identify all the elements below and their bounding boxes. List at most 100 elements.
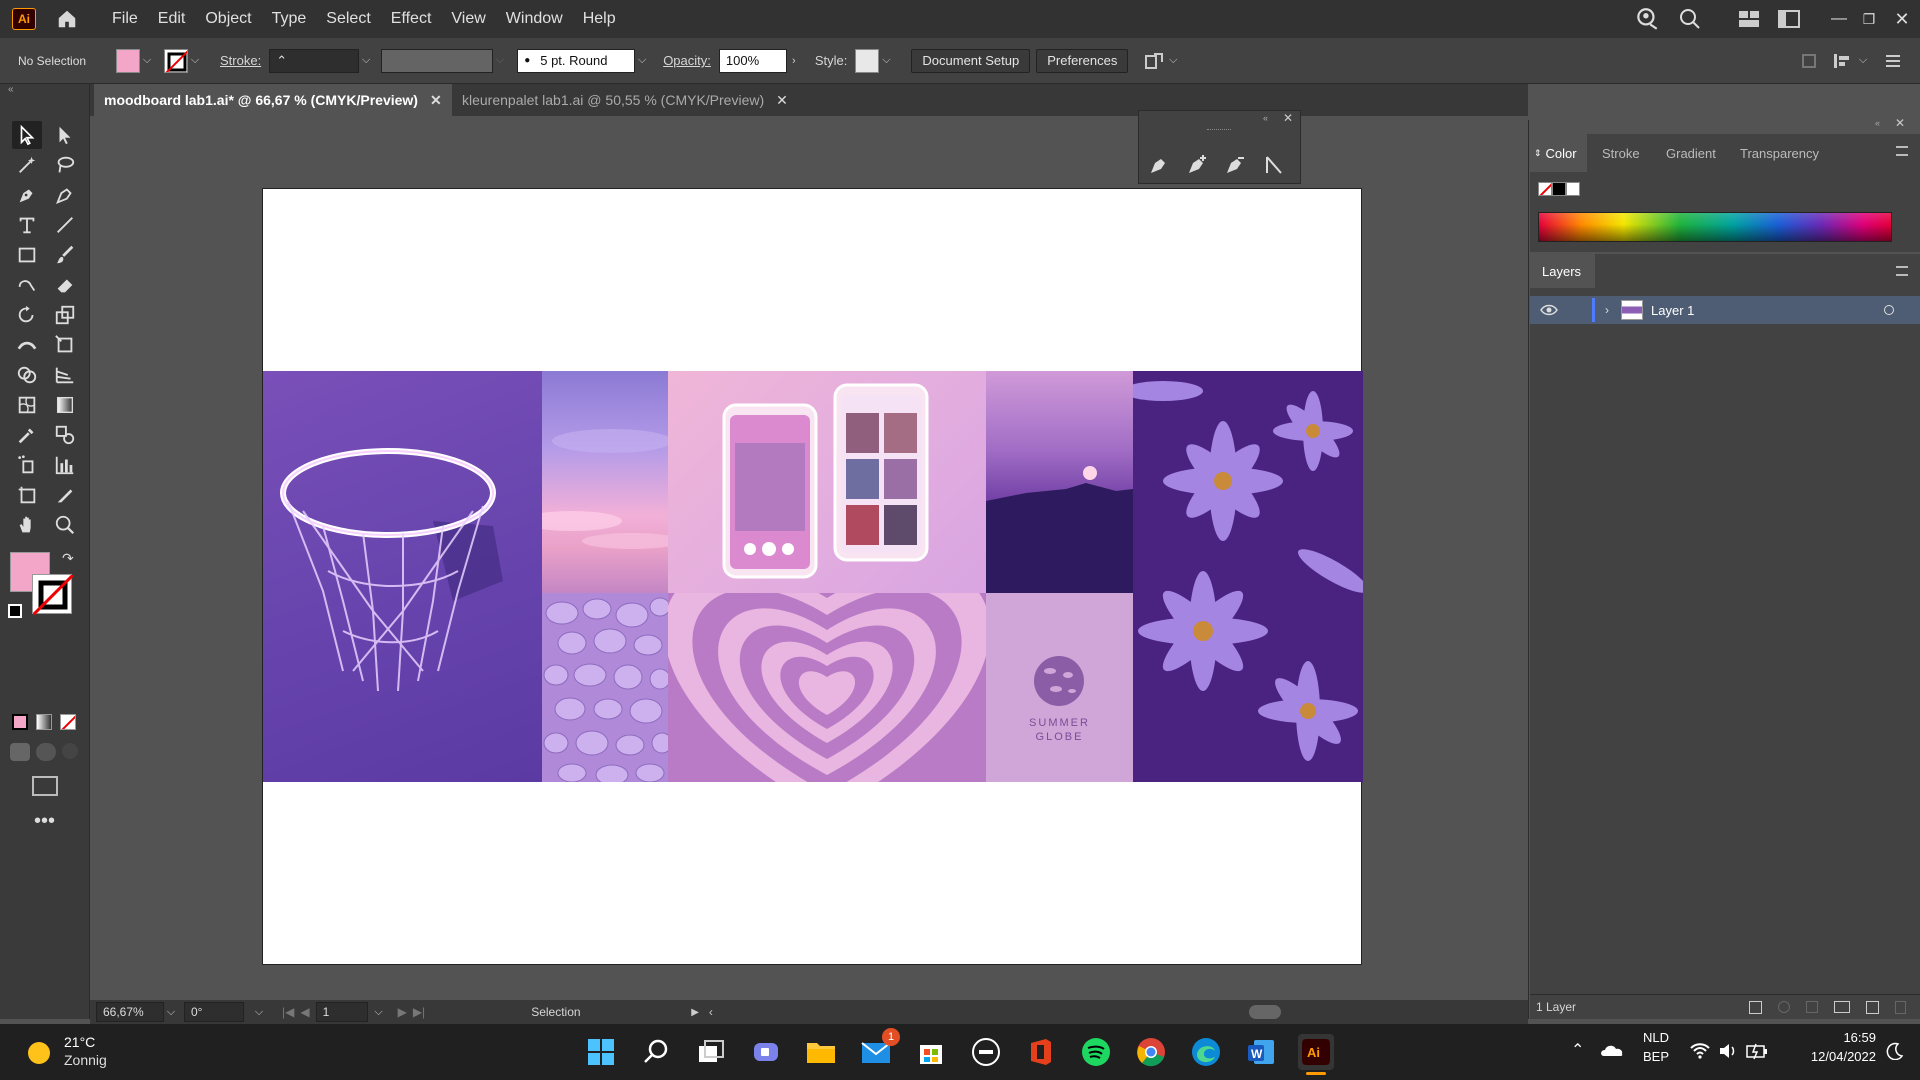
stroke-label[interactable]: Stroke: bbox=[220, 53, 261, 68]
tab-kleurenpalet[interactable]: kleurenpalet lab1.ai @ 50,55 % (CMYK/Pre… bbox=[452, 84, 798, 116]
tab-transparency[interactable]: Transparency bbox=[1730, 134, 1829, 172]
shape-builder-tool-icon[interactable] bbox=[12, 361, 42, 389]
new-layer-icon[interactable] bbox=[1866, 1000, 1879, 1014]
swap-colors-icon[interactable]: ↷ bbox=[62, 550, 74, 567]
chevron-down-icon[interactable]: ⌵ bbox=[372, 1006, 386, 1019]
chrome-icon[interactable] bbox=[1133, 1034, 1169, 1070]
target-icon[interactable] bbox=[1884, 305, 1894, 315]
illustrator-icon[interactable]: Ai bbox=[1298, 1034, 1334, 1070]
tab-color[interactable]: ⇕ Color bbox=[1530, 134, 1587, 172]
draw-behind-icon[interactable] bbox=[36, 743, 56, 761]
arrange-documents-icon[interactable] bbox=[1738, 10, 1760, 28]
close-button[interactable]: ✕ bbox=[1884, 9, 1920, 30]
slice-tool-icon[interactable] bbox=[50, 481, 80, 509]
edit-toolbar-icon[interactable]: ••• bbox=[34, 810, 55, 833]
focus-assist-icon[interactable] bbox=[1886, 1042, 1904, 1060]
panel-collapse-icon[interactable]: « bbox=[1263, 113, 1268, 123]
stroke-weight-stepper[interactable]: ⌃ bbox=[269, 48, 360, 73]
hand-tool-icon[interactable] bbox=[12, 511, 42, 539]
onedrive-icon[interactable] bbox=[1600, 1042, 1624, 1058]
search-icon[interactable] bbox=[638, 1034, 674, 1070]
width-tool-icon[interactable] bbox=[12, 331, 42, 359]
edge-icon[interactable] bbox=[1188, 1034, 1224, 1070]
tab-stroke[interactable]: Stroke bbox=[1592, 134, 1650, 172]
preferences-button[interactable]: Preferences bbox=[1036, 48, 1129, 73]
screen-mode-icon[interactable] bbox=[32, 776, 58, 796]
zoom-input[interactable]: 66,67% bbox=[96, 1002, 164, 1022]
opacity-input[interactable]: 100% bbox=[718, 48, 787, 73]
gradient-tool-icon[interactable] bbox=[50, 391, 80, 419]
draw-inside-icon[interactable] bbox=[62, 743, 78, 759]
last-artboard-icon[interactable]: ▶| bbox=[413, 1005, 425, 1019]
chevron-down-icon[interactable]: ⌵ bbox=[879, 54, 893, 67]
learn-icon[interactable] bbox=[1634, 6, 1660, 32]
menu-window[interactable]: Window bbox=[496, 10, 573, 28]
dell-icon[interactable] bbox=[968, 1034, 1004, 1070]
next-artboard-icon[interactable]: ▶ bbox=[398, 1005, 407, 1019]
gradient-mode-icon[interactable] bbox=[36, 714, 52, 730]
tab-moodboard[interactable]: moodboard lab1.ai* @ 66,67 % (CMYK/Previ… bbox=[94, 84, 452, 116]
clock[interactable]: 16:59 12/04/2022 bbox=[1780, 1030, 1876, 1064]
minimize-button[interactable]: — bbox=[1824, 10, 1854, 28]
lasso-tool-icon[interactable] bbox=[50, 151, 80, 179]
panel-grip[interactable] bbox=[1207, 129, 1231, 131]
chevron-down-icon[interactable]: ⌵ bbox=[359, 54, 373, 67]
none-mode-icon[interactable] bbox=[60, 714, 76, 730]
clipping-mask-icon[interactable] bbox=[1806, 1001, 1818, 1013]
arrange-icon[interactable] bbox=[1144, 50, 1166, 72]
close-icon[interactable]: ✕ bbox=[1283, 111, 1293, 125]
spotify-icon[interactable] bbox=[1078, 1034, 1114, 1070]
symbol-sprayer-tool-icon[interactable] bbox=[12, 451, 42, 479]
menu-lines-icon[interactable] bbox=[1884, 53, 1902, 69]
rectangle-tool-icon[interactable] bbox=[12, 241, 42, 269]
selection-tool-icon[interactable] bbox=[12, 121, 42, 149]
chevron-down-icon[interactable]: ⌵ bbox=[140, 54, 154, 67]
type-tool-icon[interactable] bbox=[12, 211, 42, 239]
none-swatch[interactable] bbox=[1538, 182, 1552, 196]
document-setup-button[interactable]: Document Setup bbox=[911, 48, 1031, 73]
chevron-down-icon[interactable]: ⌵ bbox=[188, 54, 202, 67]
workspace-icon[interactable] bbox=[1778, 10, 1800, 28]
eraser-tool-icon[interactable] bbox=[50, 271, 80, 299]
black-swatch[interactable] bbox=[1552, 182, 1566, 196]
scale-tool-icon[interactable] bbox=[50, 301, 80, 329]
mesh-tool-icon[interactable] bbox=[12, 391, 42, 419]
restore-button[interactable]: ❐ bbox=[1854, 11, 1884, 28]
word-icon[interactable]: W bbox=[1243, 1034, 1279, 1070]
close-icon[interactable]: ✕ bbox=[776, 92, 788, 109]
wifi-icon[interactable] bbox=[1690, 1042, 1710, 1060]
magic-wand-tool-icon[interactable] bbox=[12, 151, 42, 179]
artboard[interactable]: SUMMER GLOBE bbox=[262, 188, 1363, 965]
start-icon[interactable] bbox=[583, 1034, 619, 1070]
chevron-down-icon[interactable]: ⌵ bbox=[1166, 54, 1180, 67]
menu-type[interactable]: Type bbox=[262, 10, 317, 28]
artboard-number-input[interactable]: 1 bbox=[315, 1002, 368, 1022]
transform-icon[interactable] bbox=[1800, 52, 1818, 70]
search-icon[interactable] bbox=[1678, 7, 1702, 31]
chevron-right-icon[interactable]: › bbox=[1605, 303, 1609, 317]
opacity-label[interactable]: Opacity: bbox=[663, 53, 711, 68]
default-colors-icon[interactable] bbox=[8, 604, 22, 618]
locate-object-icon[interactable] bbox=[1778, 1001, 1790, 1013]
weather-widget[interactable]: 21°C Zonnig bbox=[28, 1032, 148, 1072]
play-icon[interactable]: ▶ bbox=[691, 1007, 699, 1018]
language-indicator[interactable]: NLD BEP bbox=[1636, 1030, 1676, 1064]
blend-tool-icon[interactable] bbox=[50, 421, 80, 449]
layer-row[interactable]: › Layer 1 bbox=[1530, 296, 1920, 324]
tab-gradient[interactable]: Gradient bbox=[1656, 134, 1726, 172]
microsoft-store-icon[interactable] bbox=[913, 1034, 949, 1070]
previous-artboard-icon[interactable]: ◀ bbox=[300, 1005, 309, 1019]
perspective-grid-tool-icon[interactable] bbox=[50, 361, 80, 389]
tab-layers[interactable]: Layers bbox=[1530, 254, 1596, 288]
new-sublayer-icon[interactable] bbox=[1834, 1001, 1850, 1013]
office-icon[interactable] bbox=[1023, 1034, 1059, 1070]
menu-object[interactable]: Object bbox=[195, 10, 261, 28]
draw-normal-icon[interactable] bbox=[10, 743, 30, 761]
horizontal-scrollbar-thumb[interactable] bbox=[1248, 1005, 1281, 1019]
white-swatch[interactable] bbox=[1566, 182, 1580, 196]
pen-icon[interactable] bbox=[1147, 153, 1171, 180]
volume-icon[interactable] bbox=[1718, 1042, 1738, 1060]
chevron-down-icon[interactable]: ⌵ bbox=[1856, 54, 1870, 67]
layer-name[interactable]: Layer 1 bbox=[1651, 303, 1694, 318]
shaper-tool-icon[interactable] bbox=[12, 271, 42, 299]
